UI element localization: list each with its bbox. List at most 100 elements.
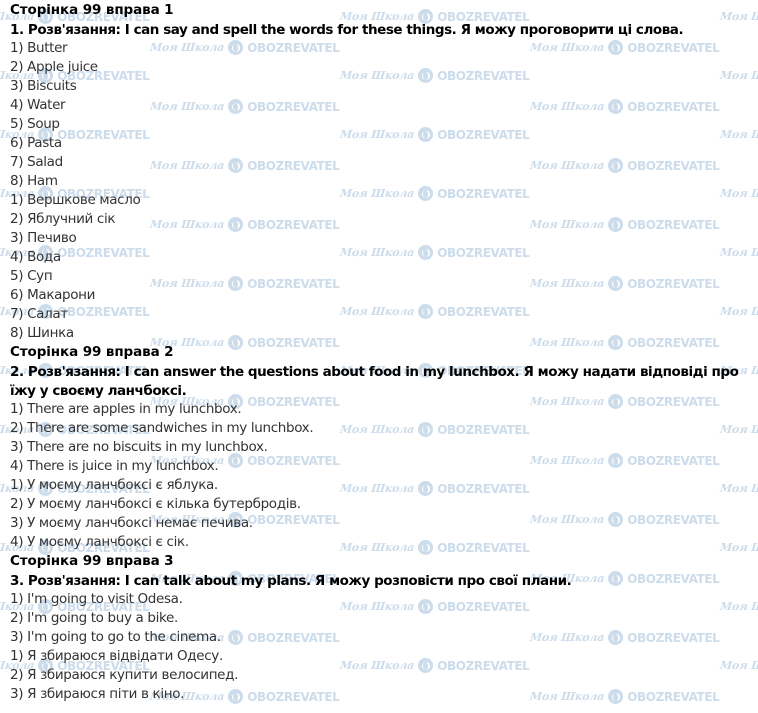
watermark-brand-text: OBOZREVATEL (247, 40, 340, 55)
watermark-brand-text: OBOZREVATEL (437, 481, 530, 496)
page-heading: Сторінка 99 вправа 3 (10, 553, 174, 569)
watermark: Моя Школа OBOZREVATEL (149, 217, 340, 232)
watermark-school-text: Моя Школа (529, 690, 605, 703)
watermark-brand-text: OBOZREVATEL (627, 689, 720, 704)
watermark-brand-text: OBOZREVATEL (57, 245, 150, 260)
watermark-brand-text: OBOZREVATEL (247, 99, 340, 114)
watermark: Моя ШколаOBOZREVATEL (529, 453, 720, 468)
watermark-brand-text: OBOZREVATEL (437, 422, 530, 437)
answer-line: 3) Печиво (10, 230, 77, 246)
watermark: Моя ШколаOBOZREVATEL (339, 245, 530, 260)
answer-line: 8) Ham (10, 173, 58, 189)
watermark: Моя ШколаOBOZREVATEL (339, 540, 530, 555)
globe-icon (228, 689, 244, 704)
globe-icon (608, 453, 624, 468)
answer-line: 2) I'm going to buy a bike. (10, 610, 178, 626)
globe-icon (228, 335, 244, 350)
watermark-school-text: Моя Школа (719, 659, 758, 672)
watermark-school-text: Моя Школа (529, 336, 605, 349)
watermark-brand-text: OBOZREVATEL (627, 40, 720, 55)
globe-icon (418, 68, 434, 83)
watermark: Моя Школа OBOZREVATEL (339, 422, 530, 437)
answer-line: 2) Я збираюся купити велосипед. (10, 667, 239, 683)
watermark-school-text: Моя Школа (719, 69, 758, 82)
watermark-brand-text: OBOZREVATEL (437, 186, 530, 201)
answer-line: 5) Soup (10, 116, 60, 132)
globe-icon (418, 599, 434, 614)
watermark: Моя ШколаOBOZREVATEL (529, 276, 720, 291)
watermark-school-text: Моя Школа (339, 69, 415, 82)
watermark: Моя Школа OBOZREVATEL (529, 99, 720, 114)
solution-heading: 1. Розв'язання: I can say and spell the … (10, 22, 684, 38)
watermark: Моя ШколаOBOZREVATEL (339, 658, 530, 673)
watermark: Моя Школа OBOZREVATEL (529, 158, 720, 173)
globe-icon (418, 186, 434, 201)
watermark: Моя ШколаOBOZREVATEL (149, 99, 340, 114)
globe-icon (418, 481, 434, 496)
watermark: Моя ШколаOBOZREVATEL (719, 68, 758, 83)
answer-line: 5) Суп (10, 268, 53, 284)
watermark-school-text: Моя Школа (529, 513, 605, 526)
globe-icon (418, 658, 434, 673)
answer-line: 6) Макарони (10, 287, 96, 303)
watermark: Моя ШколаOBOZREVATEL (529, 630, 720, 645)
globe-icon (228, 630, 244, 645)
watermark-school-text: Моя Школа (149, 218, 225, 231)
watermark-brand-text: OBOZREVATEL (437, 540, 530, 555)
watermark-school-text: Моя Школа (719, 482, 758, 495)
watermark-brand-text: OBOZREVATEL (627, 335, 720, 350)
answer-line: 4) Water (10, 97, 66, 113)
answer-line: 2) Яблучний сік (10, 211, 116, 227)
solution-heading: 2. Розв'язання: I can answer the questio… (10, 364, 739, 399)
watermark-school-text: Моя Школа (339, 423, 415, 436)
watermark: Моя ШколаOBOZREVATEL (719, 658, 758, 673)
watermark-brand-text: OBOZREVATEL (437, 245, 530, 260)
watermark-school-text: Моя Школа (529, 159, 605, 172)
answer-line: 1) Вершкове масло (10, 192, 141, 208)
answer-line: 4) У моєму ланчбоксі є сік. (10, 534, 189, 550)
page-heading: Сторінка 99 вправа 1 (10, 2, 174, 18)
answer-line: 1) Butter (10, 40, 68, 56)
answer-line: 4) Вода (10, 249, 61, 265)
watermark-brand-text: OBOZREVATEL (247, 276, 340, 291)
watermark-school-text: Моя Школа (719, 305, 758, 318)
globe-icon (228, 276, 244, 291)
watermark: Моя ШколаOBOZREVATEL (719, 304, 758, 319)
globe-icon (608, 99, 624, 114)
answer-line: 6) Pasta (10, 135, 62, 151)
answer-line: 2) У моєму ланчбоксі є кілька бутерброді… (10, 496, 301, 512)
watermark-brand-text: OBOZREVATEL (627, 453, 720, 468)
answer-line: 3) Я збираюся піти в кіно. (10, 686, 185, 702)
watermark-brand-text: OBOZREVATEL (57, 304, 150, 319)
watermark-brand-text: OBOZREVATEL (627, 99, 720, 114)
watermark: Моя ШколаOBOZREVATEL (529, 40, 720, 55)
answer-line: 3) У моєму ланчбоксі немає печива. (10, 515, 253, 531)
watermark-school-text: Моя Школа (529, 277, 605, 290)
globe-icon (418, 245, 434, 260)
watermark-brand-text: OBOZREVATEL (627, 217, 720, 232)
answer-line: 2) Apple juice (10, 59, 98, 75)
globe-icon (608, 512, 624, 527)
globe-icon (418, 422, 434, 437)
watermark: Моя ШколаOBOZREVATEL (149, 158, 340, 173)
watermark: Моя ШколаOBOZREVATEL (719, 127, 758, 142)
watermark-school-text: Моя Школа (149, 41, 225, 54)
globe-icon (608, 689, 624, 704)
watermark-school-text: Моя Школа (339, 659, 415, 672)
watermark-brand-text: OBOZREVATEL (627, 158, 720, 173)
solution-heading: 3. Розв'язання: I can talk about my plan… (10, 573, 572, 589)
globe-icon (418, 540, 434, 555)
watermark-school-text: Моя Школа (529, 100, 605, 113)
watermark-school-text: Моя Школа (719, 600, 758, 613)
answer-line: 1) There are apples in my lunchbox. (10, 401, 242, 417)
watermark-brand-text: OBOZREVATEL (247, 217, 340, 232)
watermark-school-text: Моя Школа (529, 631, 605, 644)
watermark-school-text: Моя Школа (149, 277, 225, 290)
globe-icon (228, 99, 244, 114)
answer-line: 2) There are some sandwiches in my lunch… (10, 420, 314, 436)
globe-icon (608, 276, 624, 291)
globe-icon (608, 158, 624, 173)
watermark-brand-text: OBOZREVATEL (247, 335, 340, 350)
answer-line: 4) There is juice in my lunchbox. (10, 458, 219, 474)
watermark: Моя ШколаOBOZREVATEL (719, 540, 758, 555)
